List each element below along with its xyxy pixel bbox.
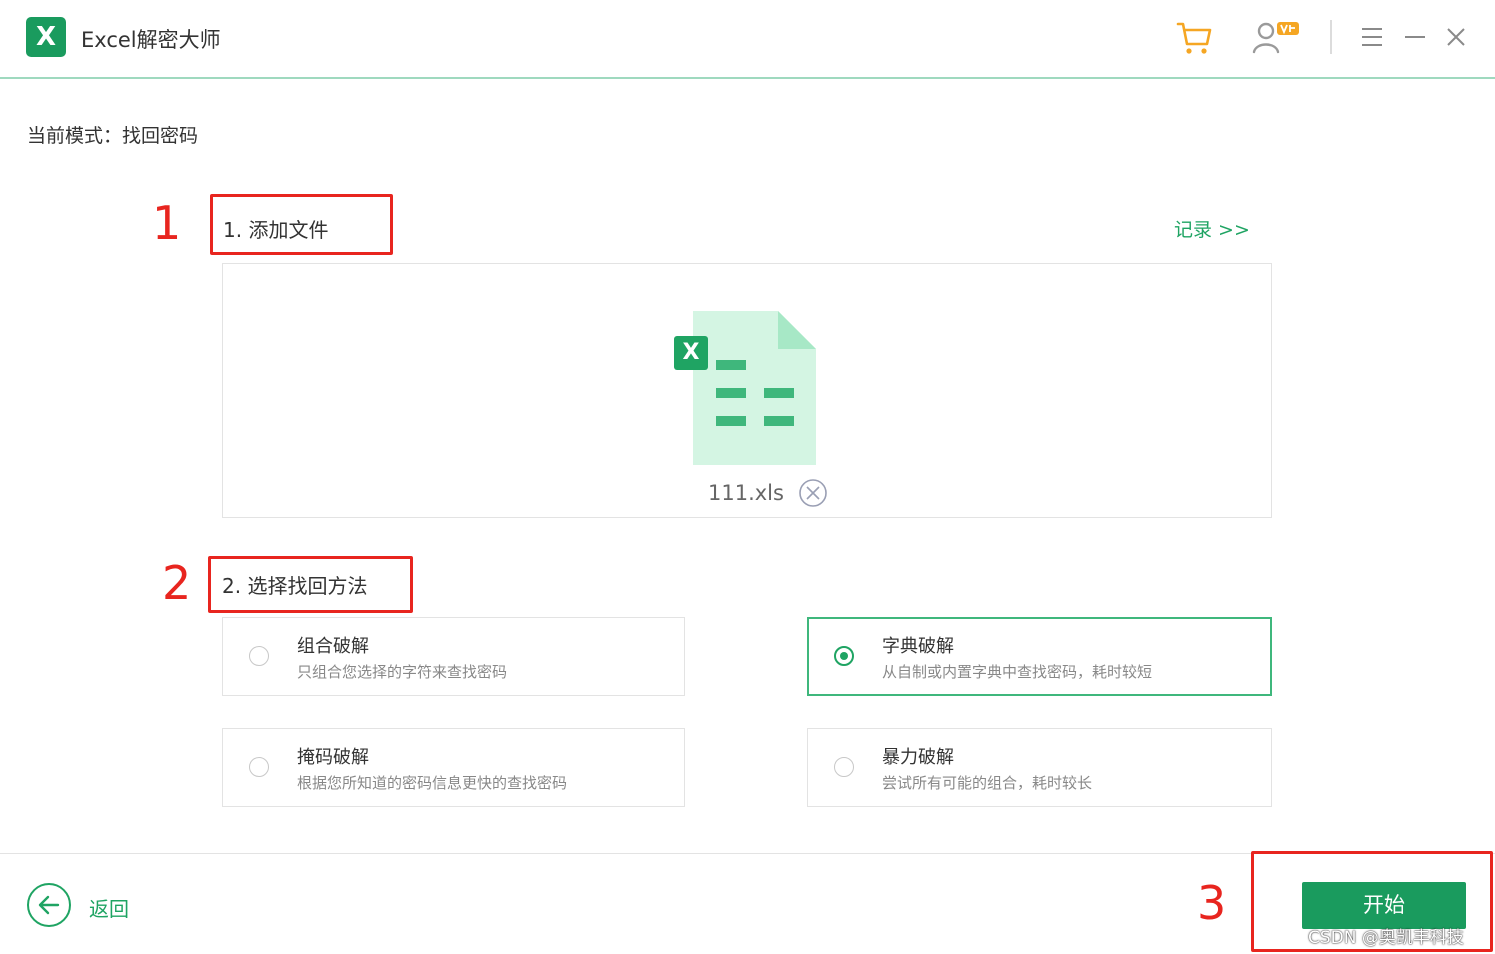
method-title: 组合破解: [297, 636, 369, 657]
step-number-1: 1: [152, 196, 182, 250]
method-section-title: 2. 选择找回方法: [222, 574, 368, 598]
method-card-brute-force[interactable]: 暴力破解 尝试所有可能的组合，耗时较长: [807, 728, 1272, 807]
excel-logo-icon: X: [26, 17, 66, 57]
step-number-3: 3: [1197, 876, 1227, 930]
method-description: 尝试所有可能的组合，耗时较长: [882, 774, 1093, 792]
user-vip-icon[interactable]: [1250, 18, 1302, 62]
radio-mask[interactable]: [249, 757, 269, 777]
method-description: 从自制或内置字典中查找密码，耗时较短: [882, 663, 1153, 681]
excel-file-icon: [674, 311, 819, 471]
method-card-dictionary[interactable]: 字典破解 从自制或内置字典中查找密码，耗时较短: [807, 617, 1272, 696]
method-title: 字典破解: [882, 636, 954, 657]
method-title: 掩码破解: [297, 747, 369, 768]
remove-file-icon[interactable]: [798, 478, 828, 512]
cart-icon[interactable]: [1175, 18, 1215, 62]
back-arrow-icon: [38, 895, 60, 915]
record-link[interactable]: 记录 >>: [1174, 215, 1250, 242]
step-number-2: 2: [162, 556, 192, 610]
method-title: 暴力破解: [882, 747, 954, 768]
radio-selected-dot: [840, 652, 848, 660]
titlebar-divider: [1330, 20, 1332, 54]
radio-combination[interactable]: [249, 646, 269, 666]
method-description: 只组合您选择的字符来查找密码: [297, 663, 508, 681]
start-button[interactable]: 开始: [1302, 882, 1466, 929]
file-name: 111.xls: [708, 481, 784, 505]
close-icon[interactable]: [1445, 26, 1467, 52]
radio-brute-force[interactable]: [834, 757, 854, 777]
menu-icon[interactable]: [1360, 26, 1384, 52]
minimize-icon[interactable]: [1403, 26, 1427, 52]
radio-dictionary[interactable]: [834, 646, 854, 666]
add-file-section-title: 1. 添加文件: [223, 218, 329, 242]
current-mode-label: 当前模式：找回密码: [27, 125, 199, 147]
method-card-combination[interactable]: 组合破解 只组合您选择的字符来查找密码: [222, 617, 685, 696]
back-button[interactable]: [27, 883, 71, 927]
method-card-mask[interactable]: 掩码破解 根据您所知道的密码信息更快的查找密码: [222, 728, 685, 807]
title-bar: X Excel解密大师: [0, 0, 1495, 79]
watermark: CSDN @奥凯丰科技: [1308, 928, 1464, 948]
method-description: 根据您所知道的密码信息更快的查找密码: [297, 774, 568, 792]
file-type-letter: X: [682, 340, 700, 365]
app-title: Excel解密大师: [81, 28, 221, 52]
back-label[interactable]: 返回: [89, 893, 129, 922]
